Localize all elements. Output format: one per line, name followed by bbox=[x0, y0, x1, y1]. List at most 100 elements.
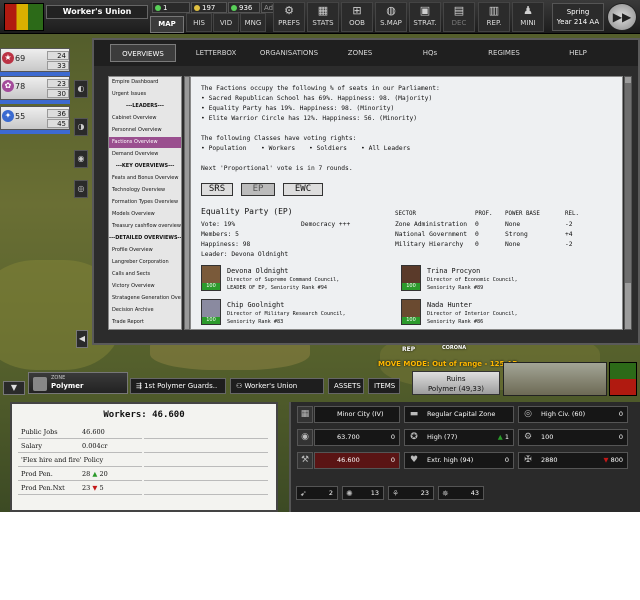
faction-flag[interactable] bbox=[4, 3, 44, 31]
sector-cell: -2 bbox=[565, 241, 573, 248]
tab-overviews[interactable]: OVERVIEWS bbox=[110, 44, 176, 62]
mini-stat-mushroom[interactable]: ⚘ 23 bbox=[388, 486, 434, 500]
sector-cell: -2 bbox=[565, 221, 573, 228]
prefs-button[interactable]: ⚙ PREFS bbox=[273, 2, 305, 32]
sector-cell: +4 bbox=[565, 231, 573, 238]
nav-item-empire-dashboard[interactable]: Empire Dashboard bbox=[109, 77, 181, 88]
zone-tab[interactable]: ZONE Polymer bbox=[28, 372, 128, 394]
nav-item-victory[interactable]: Victory Overview bbox=[109, 281, 181, 292]
dec-button[interactable]: ▤ DEC bbox=[443, 2, 475, 32]
stat-capital-zone[interactable]: ▬ Regular Capital Zone bbox=[404, 406, 514, 423]
nav-item-treasury[interactable]: Treasury cashflow overview bbox=[109, 221, 181, 232]
stat-workers[interactable]: 46.600 0 bbox=[314, 452, 400, 469]
map-label-corona: CORONA bbox=[442, 345, 467, 351]
end-turn-button[interactable]: ▶▶ bbox=[607, 3, 637, 31]
unit-row[interactable]: ★ 69 24 33 bbox=[0, 48, 70, 72]
up-arrow-icon: ▲ bbox=[92, 470, 98, 478]
scroll-thumb[interactable] bbox=[625, 83, 631, 283]
party-button-ewc[interactable]: EWC bbox=[283, 183, 323, 196]
his-button[interactable]: HIS bbox=[186, 13, 212, 32]
tab-hqs[interactable]: HQs bbox=[400, 44, 460, 62]
star-burst-icon: ✵ bbox=[442, 489, 449, 498]
unit-count: 78 bbox=[15, 82, 26, 91]
leader-name[interactable]: Trina Procyon bbox=[427, 267, 480, 275]
side-tool-icon[interactable]: ◉ bbox=[74, 150, 88, 168]
leader-name[interactable]: Nada Hunter bbox=[427, 301, 472, 309]
rep-button[interactable]: ▥ REP. bbox=[478, 2, 510, 32]
nav-item-trade-report[interactable]: Trade Report bbox=[109, 317, 181, 328]
collapse-arrow-icon[interactable]: ◀ bbox=[76, 330, 88, 348]
leader-name[interactable]: Devona Oldnight bbox=[227, 267, 288, 275]
hex-owner-flag bbox=[609, 362, 637, 396]
mini-button[interactable]: ♟ MINI bbox=[512, 2, 544, 32]
oob-button[interactable]: ⊞ OOB bbox=[341, 2, 373, 32]
stat-city-size[interactable]: Minor City (IV) bbox=[314, 406, 400, 423]
unit-row[interactable]: ✦ 55 36 45 bbox=[0, 106, 70, 130]
stat-happiness[interactable]: ✪ High (77) ▲ 1 bbox=[404, 429, 514, 446]
tab-workers-union[interactable]: ⚇ Worker's Union bbox=[230, 378, 324, 394]
health-icon: ♥ bbox=[409, 455, 419, 465]
nav-item-technology[interactable]: Technology Overview bbox=[109, 185, 181, 196]
nav-item-corporation[interactable]: Langreber Corporation bbox=[109, 257, 181, 268]
nav-item-personnel[interactable]: Personnel Overview bbox=[109, 125, 181, 136]
nav-item-factions[interactable]: Factions Overview bbox=[109, 137, 181, 148]
nav-item-feats[interactable]: Feats and Bonus Overview bbox=[109, 173, 181, 184]
hex-title: Ruins bbox=[446, 375, 466, 383]
stat-soldiers[interactable]: ✠ 2880 ▼ 800 bbox=[518, 452, 628, 469]
leader-portrait[interactable]: 100 bbox=[201, 265, 221, 291]
nav-item-urgent-issues[interactable]: Urgent Issues bbox=[109, 89, 181, 100]
leader-portrait[interactable]: 100 bbox=[401, 299, 421, 325]
ruins-landscape-image bbox=[503, 362, 607, 396]
side-tool-icon[interactable]: ◐ bbox=[74, 80, 88, 98]
stat-population[interactable]: 63.700 0 bbox=[314, 429, 400, 446]
mini-stat-movement[interactable]: ➹ 2 bbox=[296, 486, 338, 500]
workers-cell bbox=[144, 426, 268, 439]
smap-button[interactable]: ◍ S.MAP bbox=[375, 2, 407, 32]
tab-zones[interactable]: ZONES bbox=[330, 44, 390, 62]
stats-button[interactable]: ▦ STATS bbox=[307, 2, 339, 32]
stat-civilian[interactable]: ◎ High Civ. (60) 0 bbox=[518, 406, 628, 423]
mini-stat-crowd[interactable]: ✺ 13 bbox=[342, 486, 384, 500]
mini-stat-burst[interactable]: ✵ 43 bbox=[438, 486, 484, 500]
nav-item-models[interactable]: Models Overview bbox=[109, 209, 181, 220]
nav-item-stratagene[interactable]: Stratagene Generation Overv bbox=[109, 293, 181, 304]
leader-portrait[interactable]: 100 bbox=[401, 265, 421, 291]
unit-row[interactable]: ✿ 78 23 30 bbox=[0, 76, 70, 100]
stat-health[interactable]: ♥ Extr. high (94) 0 bbox=[404, 452, 514, 469]
side-tool-icon[interactable]: ◎ bbox=[74, 180, 88, 198]
content-scrollbar[interactable] bbox=[624, 76, 632, 330]
tab-unit-guards[interactable]: ⇶ 1st Polymer Guards.. bbox=[130, 378, 226, 394]
tab-letterbox[interactable]: LETTERBOX bbox=[184, 44, 248, 62]
workers-title: Workers: 46.600 bbox=[103, 410, 185, 420]
nav-item-calls-sects[interactable]: Calls and Sects bbox=[109, 269, 181, 280]
tab-items[interactable]: ITEMS bbox=[368, 378, 400, 394]
side-tool-icon[interactable]: ◑ bbox=[74, 118, 88, 136]
nav-item-decision-archive[interactable]: Decision Archive bbox=[109, 305, 181, 316]
population-icon: ◉ bbox=[297, 429, 313, 446]
voting-class: • Workers bbox=[261, 145, 296, 152]
year-label: Year 214 AA bbox=[556, 18, 600, 26]
collapse-panel-icon[interactable]: ▼ bbox=[3, 381, 25, 395]
leader-name[interactable]: Chip Goolnight bbox=[227, 301, 284, 309]
leader-role: Director of Supreme Command Council, bbox=[227, 277, 340, 283]
nav-item-cabinet[interactable]: Cabinet Overview bbox=[109, 113, 181, 124]
down-arrow-icon: ▼ bbox=[92, 484, 98, 492]
mng-button[interactable]: MNG bbox=[240, 13, 266, 32]
tab-assets[interactable]: ASSETS bbox=[328, 378, 364, 394]
workers-row: Salary 0.004cr bbox=[18, 440, 142, 453]
hex-info-panel[interactable]: Ruins Polymer (49,33) bbox=[412, 371, 500, 395]
strat-button[interactable]: ▣ STRAT. bbox=[409, 2, 441, 32]
nav-item-demand[interactable]: Demand Overview bbox=[109, 149, 181, 160]
party-button-ep[interactable]: EP bbox=[241, 183, 275, 196]
party-button-srs[interactable]: SRS bbox=[201, 183, 233, 196]
tab-organisations[interactable]: ORGANISATIONS bbox=[254, 44, 324, 62]
nav-item-profile[interactable]: Profile Overview bbox=[109, 245, 181, 256]
vid-button[interactable]: VID bbox=[213, 13, 239, 32]
leader-portrait[interactable]: 100 bbox=[201, 299, 221, 325]
map-button[interactable]: MAP bbox=[150, 16, 184, 33]
nav-section-leaders: ---LEADERS--- bbox=[126, 103, 164, 109]
tab-help[interactable]: HELP bbox=[546, 44, 610, 62]
nav-item-formation-types[interactable]: Formation Types Overview bbox=[109, 197, 181, 208]
stat-industry[interactable]: ⚙ 100 0 bbox=[518, 429, 628, 446]
tab-regimes[interactable]: REGIMES bbox=[470, 44, 538, 62]
